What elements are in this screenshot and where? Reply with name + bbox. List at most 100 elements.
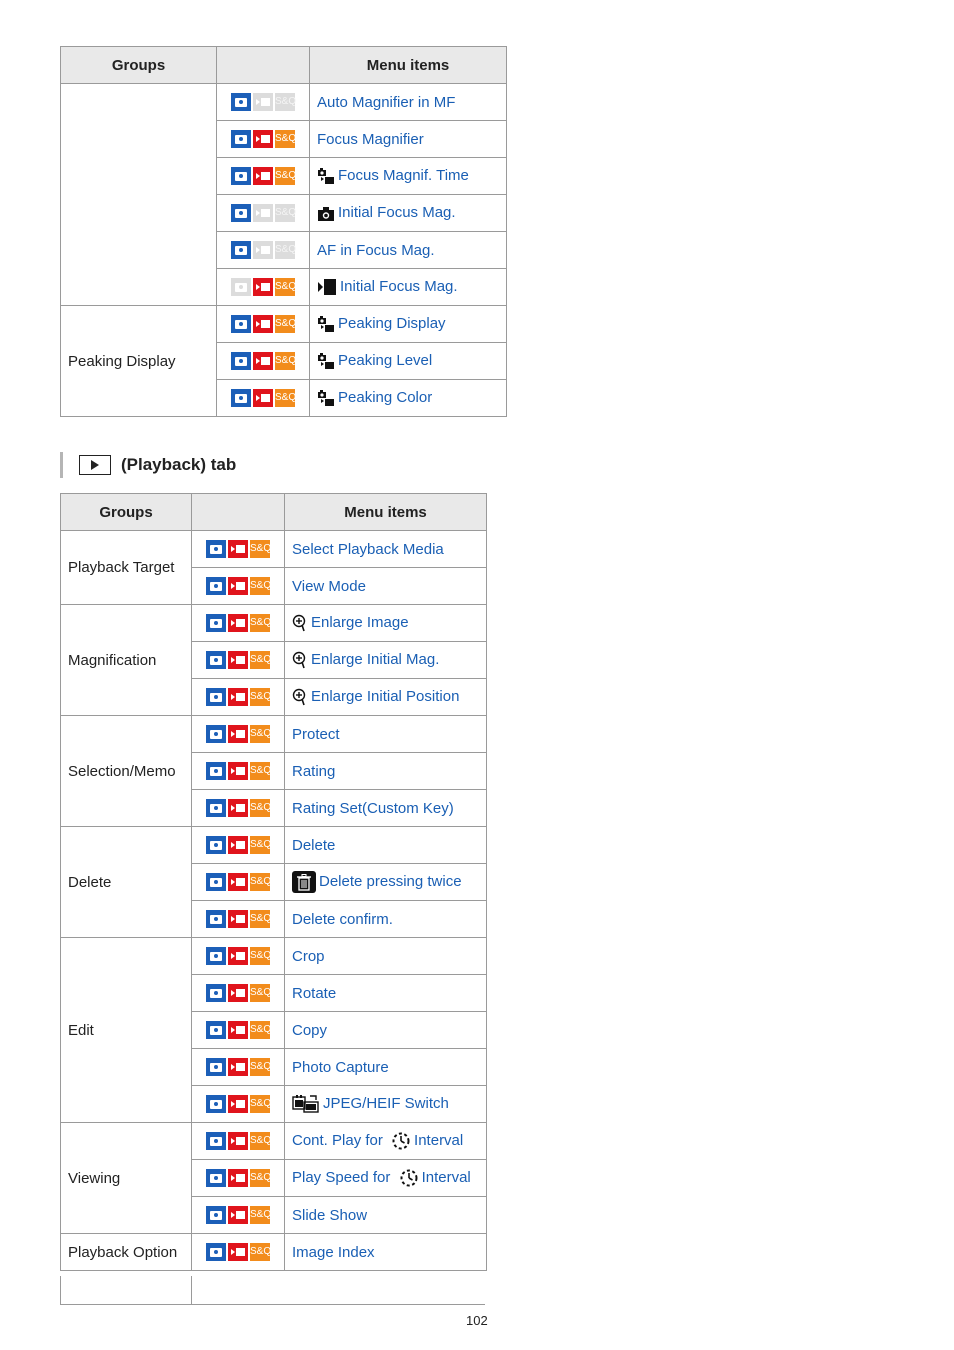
- photo-mode-icon: [231, 93, 251, 112]
- menu-item-link[interactable]: JPEG/HEIF Switch: [284, 1085, 487, 1123]
- sq-mode-icon: S&Q: [250, 1169, 271, 1188]
- menu-item-label[interactable]: Enlarge Initial Position: [311, 688, 459, 705]
- group-label: [60, 83, 217, 306]
- menu-item-link[interactable]: Focus Magnifier: [309, 120, 507, 158]
- menu-item-label[interactable]: Play Speed for: [292, 1169, 395, 1186]
- menu-item-label[interactable]: Initial Focus Mag.: [338, 204, 456, 221]
- menu-item-label[interactable]: Enlarge Image: [311, 614, 409, 631]
- shooting-mode-icons: S&Q: [191, 1011, 285, 1049]
- menu-item-label[interactable]: View Mode: [292, 578, 366, 595]
- menu-item-link[interactable]: Rating Set(Custom Key): [284, 789, 487, 827]
- group-label: Edit: [60, 937, 192, 1123]
- movie-mode-icon: [228, 1243, 248, 1262]
- menu-item-link[interactable]: Peaking Level: [309, 342, 507, 380]
- menu-item-link[interactable]: Delete: [284, 826, 487, 864]
- movie-mode-icon: [228, 1169, 248, 1188]
- menu-item-link[interactable]: AF in Focus Mag.: [309, 231, 507, 269]
- interval-icon: [391, 1131, 411, 1151]
- menu-item-label[interactable]: Protect: [292, 726, 340, 743]
- movie-mode-icon: [228, 651, 248, 670]
- menu-item-label[interactable]: Rotate: [292, 985, 336, 1002]
- menu-item-link[interactable]: Select Playback Media: [284, 530, 487, 568]
- menu-item-label[interactable]: Cont. Play for: [292, 1132, 387, 1149]
- menu-item-label[interactable]: Enlarge Initial Mag.: [311, 651, 439, 668]
- menu-item-link[interactable]: Delete pressing twice: [284, 863, 487, 901]
- menu-item-label[interactable]: Peaking Display: [338, 315, 446, 332]
- menu-item-label[interactable]: Focus Magnifier: [317, 131, 424, 148]
- menu-item-link[interactable]: Initial Focus Mag.: [309, 194, 507, 232]
- photo-mode-icon: [206, 984, 226, 1003]
- menu-item-link[interactable]: Cont. Play for Interval: [284, 1122, 487, 1160]
- table-border: [60, 1304, 191, 1305]
- menu-item-label[interactable]: Rating: [292, 763, 335, 780]
- menu-item-link[interactable]: Play Speed for Interval: [284, 1159, 487, 1197]
- photo-mode-icon: [206, 540, 226, 559]
- menu-item-link[interactable]: Peaking Color: [309, 379, 507, 417]
- photo-mode-icon: [206, 1206, 226, 1225]
- menu-item-label[interactable]: Interval: [414, 1132, 463, 1149]
- menu-item-label[interactable]: Delete: [292, 837, 335, 854]
- menu-item-label[interactable]: Interval: [422, 1169, 471, 1186]
- menu-item-label[interactable]: Rating Set(Custom Key): [292, 800, 454, 817]
- movie-mode-icon: [253, 352, 273, 371]
- menu-item-label[interactable]: Peaking Color: [338, 389, 432, 406]
- menu-item-link[interactable]: Copy: [284, 1011, 487, 1049]
- movie-mode-icon: [228, 540, 248, 559]
- movie-mode-icon: [228, 947, 248, 966]
- sq-mode-icon: S&Q: [250, 614, 271, 633]
- menu-item-label[interactable]: JPEG/HEIF Switch: [323, 1095, 449, 1112]
- table-header-row: Groups Menu items: [60, 46, 507, 84]
- menu-item-link[interactable]: Enlarge Initial Position: [284, 678, 487, 716]
- menu-item-label[interactable]: Peaking Level: [338, 352, 432, 369]
- menu-item-label[interactable]: AF in Focus Mag.: [317, 242, 435, 259]
- zoom-icon: [292, 688, 308, 706]
- jpeg-heif-icon: [292, 1094, 320, 1114]
- menu-item-label[interactable]: Copy: [292, 1022, 327, 1039]
- menu-item-link[interactable]: Image Index: [284, 1233, 487, 1271]
- shooting-mode-icons: S&Q: [191, 678, 285, 716]
- menu-item-label[interactable]: Delete pressing twice: [319, 873, 462, 890]
- shooting-mode-icons: S&Q: [191, 1196, 285, 1234]
- menu-item-link[interactable]: Rating: [284, 752, 487, 790]
- menu-item-link[interactable]: Crop: [284, 937, 487, 975]
- menu-item-link[interactable]: Photo Capture: [284, 1048, 487, 1086]
- menu-item-link[interactable]: Protect: [284, 715, 487, 753]
- menu-item-label[interactable]: Crop: [292, 948, 325, 965]
- menu-item-link[interactable]: Slide Show: [284, 1196, 487, 1234]
- photo-mode-icon: [206, 910, 226, 929]
- menu-item-link[interactable]: Rotate: [284, 974, 487, 1012]
- header-groups: Groups: [60, 46, 217, 84]
- movie-mode-icon: [253, 204, 273, 223]
- shooting-mode-icons: S&Q: [191, 1122, 285, 1160]
- menu-item-link[interactable]: Enlarge Image: [284, 604, 487, 642]
- menu-item-label[interactable]: Image Index: [292, 1244, 375, 1261]
- menu-item-link[interactable]: Enlarge Initial Mag.: [284, 641, 487, 679]
- group-label: Delete: [60, 826, 192, 938]
- menu-item-link[interactable]: View Mode: [284, 567, 487, 605]
- menu-item-label[interactable]: Delete confirm.: [292, 911, 393, 928]
- photo-mode-icon: [231, 130, 251, 149]
- photo-mode-icon: [206, 1021, 226, 1040]
- sq-mode-icon: S&Q: [275, 241, 296, 260]
- sq-mode-icon: S&Q: [250, 836, 271, 855]
- menu-item-label[interactable]: Photo Capture: [292, 1059, 389, 1076]
- menu-item-link[interactable]: Initial Focus Mag.: [309, 268, 507, 306]
- menu-item-link[interactable]: Auto Magnifier in MF: [309, 83, 507, 121]
- shooting-mode-icons: S&Q: [191, 826, 285, 864]
- menu-item-link[interactable]: Focus Magnif. Time: [309, 157, 507, 195]
- menu-item-label[interactable]: Select Playback Media: [292, 541, 444, 558]
- menu-item-label[interactable]: Focus Magnif. Time: [338, 167, 469, 184]
- menu-item-label[interactable]: Auto Magnifier in MF: [317, 94, 455, 111]
- photo-mode-icon: [206, 577, 226, 596]
- menu-item-label[interactable]: Initial Focus Mag.: [340, 278, 458, 295]
- photo-movie-icon: [317, 389, 335, 407]
- menu-item-link[interactable]: Delete confirm.: [284, 900, 487, 938]
- movie-mode-icon: [228, 984, 248, 1003]
- photo-mode-icon: [231, 204, 251, 223]
- menu-item-link[interactable]: Peaking Display: [309, 305, 507, 343]
- sq-mode-icon: S&Q: [250, 1058, 271, 1077]
- sq-mode-icon: S&Q: [250, 910, 271, 929]
- sq-mode-icon: S&Q: [275, 315, 296, 334]
- menu-item-label[interactable]: Slide Show: [292, 1207, 367, 1224]
- menu-table-focus: Groups Menu items S&Q Auto Magnifier in M…: [60, 46, 507, 417]
